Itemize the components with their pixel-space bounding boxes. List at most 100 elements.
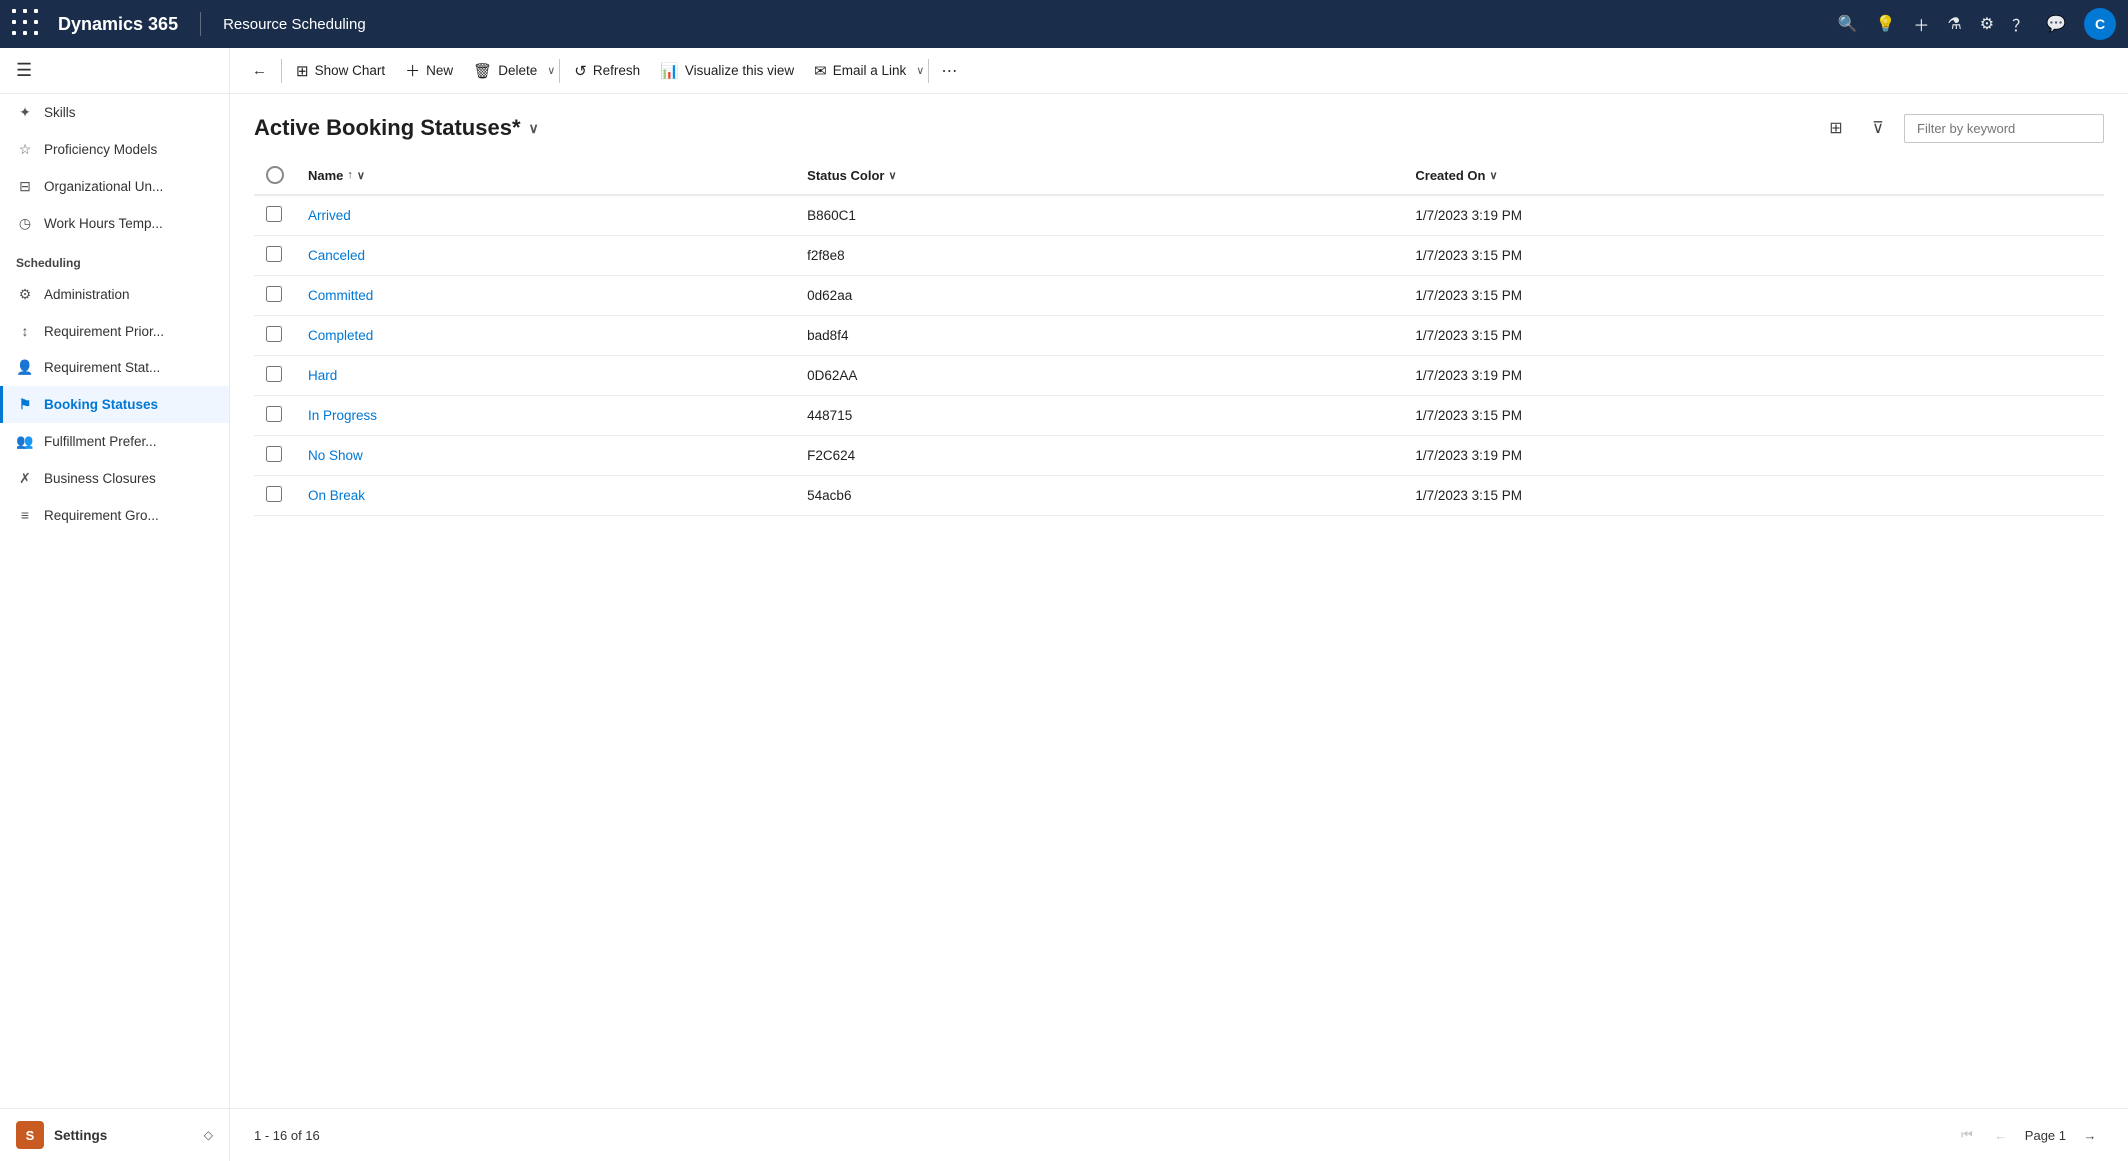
sidebar-icon-requirement-statuses: 👤 — [16, 359, 34, 376]
sidebar-item-skills[interactable]: ✦ Skills — [0, 94, 229, 131]
sidebar-item-organizational-units[interactable]: ⊟ Organizational Un... — [0, 168, 229, 205]
visualize-button[interactable]: 📊 Visualize this view — [650, 56, 804, 86]
row-checkbox-cell[interactable] — [254, 195, 296, 236]
row-checkbox-cell[interactable] — [254, 316, 296, 356]
sidebar-label-proficiency-models: Proficiency Models — [44, 142, 157, 157]
filter-input[interactable] — [1904, 114, 2104, 143]
row-checkbox-6[interactable] — [266, 446, 282, 462]
created-on-column-header[interactable]: Created On ∨ — [1403, 156, 2104, 195]
booking-status-link-7[interactable]: On Break — [308, 488, 365, 503]
table-row: Completed bad8f4 1/7/2023 3:15 PM — [254, 316, 2104, 356]
booking-status-link-3[interactable]: Completed — [308, 328, 373, 343]
table-container: Name ↑ ∨ Status Color ∨ — [230, 156, 2128, 1108]
delete-icon: 🗑 — [473, 62, 492, 80]
sidebar-icon-work-hours-templates: ◷ — [16, 215, 34, 232]
plus-icon: ＋ — [405, 60, 420, 81]
sidebar-item-requirement-groups[interactable]: ≡ Requirement Gro... — [0, 497, 229, 533]
sidebar-item-requirement-priorities[interactable]: ↕ Requirement Prior... — [0, 313, 229, 349]
chat-icon[interactable]: 💬 — [2046, 14, 2066, 34]
row-checkbox-cell[interactable] — [254, 436, 296, 476]
row-status-color-cell: B860C1 — [795, 195, 1403, 236]
show-chart-button[interactable]: ⊞ Show Chart — [286, 56, 395, 86]
sidebar-label-fulfillment-preferences: Fulfillment Prefer... — [44, 434, 157, 449]
settings-label: Settings — [54, 1128, 107, 1143]
booking-status-link-0[interactable]: Arrived — [308, 208, 351, 223]
row-checkbox-0[interactable] — [266, 206, 282, 222]
settings-icon[interactable]: ⚙ — [1980, 14, 1994, 34]
sidebar-item-booking-statuses[interactable]: ⚑ Booking Statuses — [0, 386, 229, 423]
search-icon[interactable]: 🔍 — [1838, 14, 1858, 34]
row-created-on-cell: 1/7/2023 3:19 PM — [1403, 356, 2104, 396]
prev-page-button[interactable]: ← — [1987, 1121, 2015, 1149]
row-name-cell: Canceled — [296, 236, 795, 276]
view-title: Active Booking Statuses* ∨ — [254, 115, 539, 141]
booking-status-link-1[interactable]: Canceled — [308, 248, 365, 263]
row-checkbox-cell[interactable] — [254, 356, 296, 396]
sidebar-icon-proficiency-models: ☆ — [16, 141, 34, 158]
settings-chevron-icon: ◇ — [204, 1128, 213, 1142]
sidebar-icon-administration: ⚙ — [16, 286, 34, 303]
add-icon[interactable]: ＋ — [1913, 12, 1929, 36]
row-created-on-cell: 1/7/2023 3:15 PM — [1403, 396, 2104, 436]
user-avatar[interactable]: C — [2084, 8, 2116, 40]
booking-status-link-4[interactable]: Hard — [308, 368, 337, 383]
sidebar-label-booking-statuses: Booking Statuses — [44, 397, 158, 412]
sidebar-item-proficiency-models[interactable]: ☆ Proficiency Models — [0, 131, 229, 168]
booking-statuses-table: Name ↑ ∨ Status Color ∨ — [254, 156, 2104, 516]
sidebar-header: ☰ — [0, 48, 229, 94]
next-page-button[interactable]: → — [2076, 1121, 2104, 1149]
first-page-button[interactable]: ⏮ — [1953, 1121, 1981, 1149]
new-button[interactable]: ＋ New — [395, 54, 463, 87]
name-column-header[interactable]: Name ↑ ∨ — [296, 156, 795, 195]
delete-button[interactable]: 🗑 Delete — [463, 56, 547, 86]
name-column-label: Name — [308, 168, 343, 183]
row-checkbox-5[interactable] — [266, 406, 282, 422]
sidebar-icon-booking-statuses: ⚑ — [16, 396, 34, 413]
more-options-button[interactable]: ⋯ — [933, 55, 965, 87]
lightbulb-icon[interactable]: 💡 — [1875, 14, 1895, 34]
select-all-checkbox[interactable] — [266, 166, 284, 184]
sidebar-item-work-hours-templates[interactable]: ◷ Work Hours Temp... — [0, 205, 229, 242]
filter-icon[interactable]: ⚗ — [1947, 14, 1961, 34]
sidebar-label-skills: Skills — [44, 105, 76, 120]
settings-nav-item[interactable]: S Settings ◇ — [0, 1108, 229, 1161]
row-checkbox-1[interactable] — [266, 246, 282, 262]
row-checkbox-cell[interactable] — [254, 276, 296, 316]
row-checkbox-3[interactable] — [266, 326, 282, 342]
row-checkbox-cell[interactable] — [254, 396, 296, 436]
booking-status-link-6[interactable]: No Show — [308, 448, 363, 463]
email-dropdown-icon[interactable]: ∨ — [916, 64, 924, 77]
sidebar-icon-fulfillment-preferences: 👥 — [16, 433, 34, 450]
sidebar-label-requirement-priorities: Requirement Prior... — [44, 324, 164, 339]
sidebar-item-fulfillment-preferences[interactable]: 👥 Fulfillment Prefer... — [0, 423, 229, 460]
row-checkbox-7[interactable] — [266, 486, 282, 502]
nav-divider — [200, 12, 201, 36]
pagination: 1 - 16 of 16 ⏮ ← Page 1 → — [230, 1108, 2128, 1161]
refresh-button[interactable]: ↺ Refresh — [564, 56, 650, 86]
row-name-cell: In Progress — [296, 396, 795, 436]
delete-dropdown-icon[interactable]: ∨ — [547, 64, 555, 77]
row-checkbox-cell[interactable] — [254, 476, 296, 516]
sidebar-item-requirement-statuses[interactable]: 👤 Requirement Stat... — [0, 349, 229, 386]
sidebar-menu-icon[interactable]: ☰ — [16, 60, 32, 81]
booking-status-link-5[interactable]: In Progress — [308, 408, 377, 423]
status-color-filter-icon[interactable]: ∨ — [888, 169, 896, 182]
select-all-header[interactable] — [254, 156, 296, 195]
row-checkbox-4[interactable] — [266, 366, 282, 382]
booking-status-link-2[interactable]: Committed — [308, 288, 373, 303]
row-checkbox-cell[interactable] — [254, 236, 296, 276]
sidebar-item-administration[interactable]: ⚙ Administration — [0, 276, 229, 313]
refresh-icon: ↺ — [574, 62, 587, 80]
email-link-button[interactable]: ✉ Email a Link — [804, 56, 916, 86]
back-button[interactable]: ← — [242, 56, 277, 85]
status-color-column-header[interactable]: Status Color ∨ — [795, 156, 1403, 195]
sidebar-item-business-closures[interactable]: ✗ Business Closures — [0, 460, 229, 497]
app-grid-icon[interactable] — [12, 9, 42, 39]
row-checkbox-2[interactable] — [266, 286, 282, 302]
title-chevron-icon[interactable]: ∨ — [529, 120, 539, 137]
help-icon[interactable]: ？ — [2012, 12, 2028, 36]
grid-view-icon[interactable]: ⊞ — [1820, 112, 1852, 144]
created-on-filter-icon[interactable]: ∨ — [1489, 169, 1497, 182]
column-filter-icon[interactable]: ⊽ — [1862, 112, 1894, 144]
name-filter-icon[interactable]: ∨ — [357, 169, 365, 182]
